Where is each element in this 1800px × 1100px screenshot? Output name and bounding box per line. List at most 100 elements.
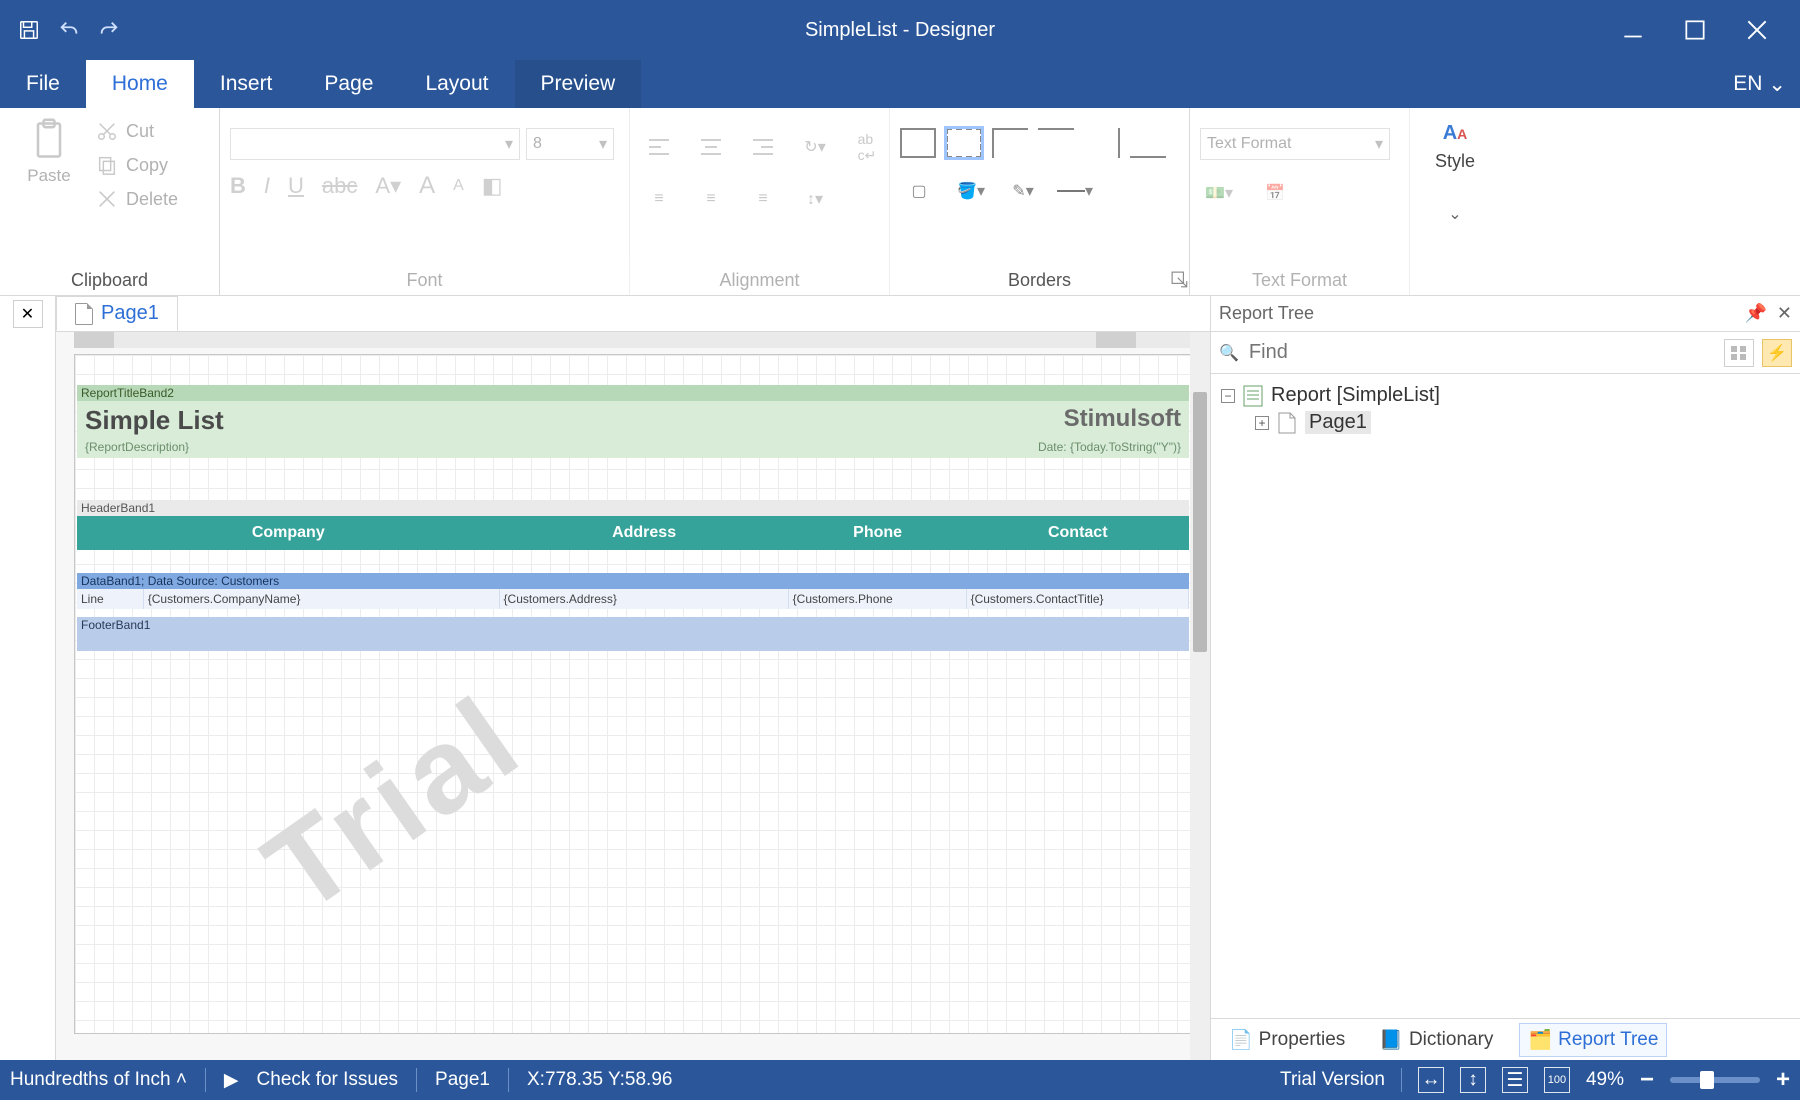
- report-page[interactable]: Trial ReportTitleBand2 Simple List Stimu…: [74, 354, 1192, 1034]
- tab-insert[interactable]: Insert: [194, 60, 299, 108]
- clear-format-icon[interactable]: ◧: [482, 173, 503, 199]
- fill-color-icon[interactable]: 🪣▾: [952, 172, 990, 210]
- tree-node-report[interactable]: − Report [SimpleList]: [1221, 382, 1790, 409]
- zoom-slider[interactable]: [1670, 1077, 1760, 1083]
- design-canvas[interactable]: Trial ReportTitleBand2 Simple List Stimu…: [56, 332, 1210, 1060]
- border-left-icon[interactable]: [992, 128, 1028, 158]
- check-issues-button[interactable]: Check for Issues: [257, 1069, 399, 1091]
- align-center-icon[interactable]: [692, 128, 730, 166]
- zoom-out-button[interactable]: −: [1640, 1066, 1654, 1094]
- chevron-down-icon[interactable]: ⌄: [1448, 204, 1461, 224]
- collapse-icon[interactable]: −: [1221, 389, 1235, 403]
- border-none-icon[interactable]: [946, 128, 982, 158]
- field-company[interactable]: {Customers.CompanyName}: [144, 589, 500, 609]
- report-title-text[interactable]: Simple List: [85, 405, 224, 436]
- shrink-font-icon[interactable]: A: [453, 177, 464, 195]
- date-icon[interactable]: 📅: [1256, 174, 1294, 212]
- panel-tab-dictionary[interactable]: 📘 Dictionary: [1371, 1024, 1501, 1056]
- wrap-text-icon[interactable]: abc↵: [848, 128, 886, 166]
- tab-home[interactable]: Home: [86, 60, 194, 108]
- save-icon[interactable]: [18, 19, 40, 41]
- col-company[interactable]: Company: [77, 516, 500, 550]
- align-middle-icon[interactable]: ≡: [692, 180, 730, 218]
- snap-grid-icon[interactable]: ↕: [1460, 1067, 1486, 1093]
- field-phone[interactable]: {Customers.Phone: [789, 589, 967, 609]
- border-bottom-icon[interactable]: [1130, 128, 1166, 158]
- copy-button[interactable]: Copy: [88, 148, 186, 182]
- border-all-icon[interactable]: [900, 128, 936, 158]
- search-input[interactable]: [1247, 340, 1716, 365]
- text-format-combo[interactable]: Text Format: [1200, 128, 1390, 160]
- tab-preview[interactable]: Preview: [515, 60, 642, 108]
- zoom-slider-thumb[interactable]: [1700, 1071, 1714, 1089]
- bold-icon[interactable]: B: [230, 173, 246, 199]
- font-family-combo[interactable]: [230, 128, 520, 160]
- strikethrough-icon[interactable]: abc: [322, 173, 357, 199]
- horizontal-ruler[interactable]: [74, 332, 1192, 348]
- report-title-band[interactable]: ReportTitleBand2 Simple List Stimulsoft …: [77, 385, 1189, 458]
- panel-tab-properties[interactable]: 📄 Properties: [1221, 1024, 1353, 1056]
- align-grid-icon[interactable]: ↔: [1418, 1067, 1444, 1093]
- scrollbar-thumb[interactable]: [1193, 392, 1207, 652]
- report-date-field[interactable]: Date: {Today.ToString("Y")}: [1038, 440, 1181, 454]
- units-button[interactable]: Hundredths of Inch ˄: [10, 1069, 187, 1091]
- pin-icon[interactable]: 📌: [1744, 303, 1766, 324]
- cut-button[interactable]: Cut: [88, 114, 186, 148]
- header-band[interactable]: HeaderBand1 Company Address Phone Contac…: [77, 500, 1189, 550]
- field-line[interactable]: Line: [77, 589, 144, 609]
- close-panel-icon[interactable]: ✕: [1777, 303, 1792, 324]
- line-spacing-icon[interactable]: ↕▾: [796, 180, 834, 218]
- data-band[interactable]: DataBand1; Data Source: Customers Line {…: [77, 573, 1189, 609]
- footer-band[interactable]: FooterBand1: [77, 617, 1189, 651]
- delete-button[interactable]: Delete: [88, 182, 186, 216]
- report-description-field[interactable]: {ReportDescription}: [85, 440, 189, 454]
- tab-layout[interactable]: Layout: [399, 60, 514, 108]
- italic-icon[interactable]: I: [264, 173, 270, 199]
- undo-icon[interactable]: [58, 19, 80, 41]
- doc-tab-page1[interactable]: Page1: [56, 296, 178, 331]
- redo-icon[interactable]: [98, 19, 120, 41]
- expand-icon[interactable]: +: [1255, 416, 1269, 430]
- tree-node-page1[interactable]: + Page1: [1255, 409, 1790, 436]
- vertical-scrollbar[interactable]: [1190, 332, 1210, 1060]
- font-color-icon[interactable]: A▾: [375, 173, 401, 199]
- font-size-combo[interactable]: 8: [526, 128, 614, 160]
- language-selector[interactable]: EN ⌄: [1719, 60, 1800, 108]
- grid-view-button[interactable]: [1724, 339, 1754, 367]
- maximize-icon[interactable]: [1682, 17, 1708, 43]
- col-contact[interactable]: Contact: [967, 516, 1189, 550]
- col-address[interactable]: Address: [500, 516, 789, 550]
- border-color-icon[interactable]: ✎▾: [1004, 172, 1042, 210]
- shadow-icon[interactable]: ▢: [900, 172, 938, 210]
- align-bottom-icon[interactable]: ≡: [744, 180, 782, 218]
- col-phone[interactable]: Phone: [789, 516, 967, 550]
- rotate-icon[interactable]: ↻▾: [796, 128, 834, 166]
- style-icon[interactable]: AA: [1443, 122, 1468, 145]
- panel-tab-report-tree[interactable]: 🗂️ Report Tree: [1519, 1023, 1667, 1057]
- toolbox-toggle-button[interactable]: ✕: [13, 300, 43, 328]
- align-left-icon[interactable]: [640, 128, 678, 166]
- brand-text[interactable]: Stimulsoft: [1064, 405, 1181, 436]
- tab-page[interactable]: Page: [298, 60, 399, 108]
- border-right-icon[interactable]: [1084, 128, 1120, 158]
- align-right-icon[interactable]: [744, 128, 782, 166]
- border-style-icon[interactable]: ▾: [1056, 172, 1094, 210]
- field-address[interactable]: {Customers.Address}: [500, 589, 789, 609]
- align-top-icon[interactable]: ≡: [640, 180, 678, 218]
- zoom-in-button[interactable]: +: [1776, 1066, 1790, 1094]
- underline-icon[interactable]: U: [288, 173, 304, 199]
- close-icon[interactable]: [1744, 17, 1770, 43]
- events-view-button[interactable]: ⚡: [1762, 339, 1792, 367]
- zoom-100-button[interactable]: 100: [1544, 1067, 1570, 1093]
- show-grid-icon[interactable]: ☰: [1502, 1067, 1528, 1093]
- minimize-icon[interactable]: [1620, 17, 1646, 43]
- field-contact[interactable]: {Customers.ContactTitle}: [967, 589, 1189, 609]
- currency-icon[interactable]: 💵▾: [1200, 174, 1238, 212]
- border-top-icon[interactable]: [1038, 128, 1074, 158]
- report-tree[interactable]: − Report [SimpleList] + Page1: [1211, 374, 1800, 1018]
- tab-file[interactable]: File: [0, 60, 86, 108]
- play-icon[interactable]: ▶: [224, 1069, 239, 1092]
- paste-button[interactable]: Paste: [10, 114, 88, 190]
- grow-font-icon[interactable]: A: [419, 172, 435, 200]
- dialog-launcher-icon[interactable]: [1171, 271, 1189, 289]
